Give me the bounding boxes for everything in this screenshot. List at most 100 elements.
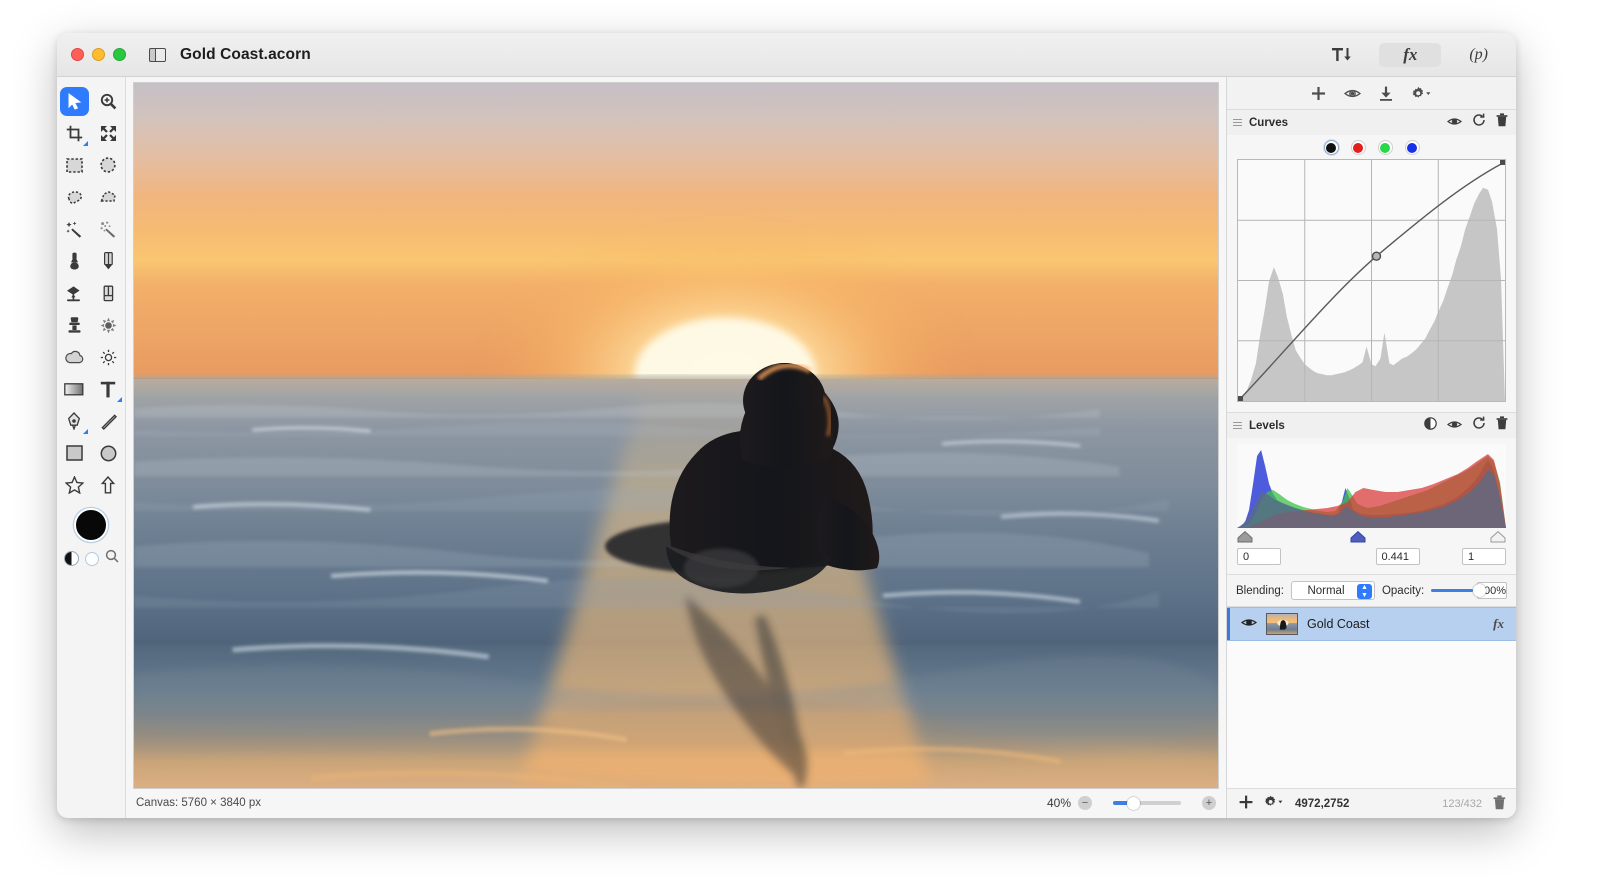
gear-dropdown-icon[interactable] bbox=[1411, 86, 1432, 101]
curves-actions bbox=[1447, 113, 1508, 132]
canvas-area: Canvas: 5760 × 3840 px 40% − + bbox=[126, 77, 1226, 818]
half-circle-swap-icon[interactable] bbox=[64, 551, 79, 566]
bezier-pen-tool[interactable] bbox=[57, 405, 91, 437]
move-tool[interactable] bbox=[57, 85, 91, 117]
black-point-handle[interactable] bbox=[1237, 530, 1253, 542]
rectangle-shape-tool[interactable] bbox=[57, 437, 91, 469]
gear-dropdown-icon[interactable] bbox=[1264, 795, 1284, 812]
document-title: Gold Coast.acorn bbox=[180, 46, 311, 64]
reset-arrow-icon[interactable] bbox=[1472, 113, 1486, 132]
text-tool[interactable] bbox=[91, 373, 125, 405]
image-canvas[interactable] bbox=[134, 83, 1218, 788]
pencil-tool[interactable] bbox=[91, 245, 125, 277]
levels-histogram[interactable] bbox=[1237, 444, 1506, 528]
curves-section: Curves bbox=[1227, 109, 1516, 412]
canvas-size-label: Canvas: 5760 × 3840 px bbox=[136, 797, 261, 809]
zoom-button[interactable] bbox=[113, 48, 126, 61]
trash-icon[interactable] bbox=[1496, 113, 1508, 132]
trash-icon[interactable] bbox=[1493, 795, 1506, 813]
transform-tool[interactable] bbox=[91, 117, 125, 149]
plus-icon[interactable] bbox=[1239, 795, 1253, 812]
download-icon[interactable] bbox=[1379, 86, 1393, 101]
blending-mode-value: Normal bbox=[1307, 585, 1344, 597]
chevron-updown-icon: ▲▼ bbox=[1357, 584, 1372, 599]
clone-stamp-tool[interactable] bbox=[57, 309, 91, 341]
inspector-palette-button[interactable]: (p) bbox=[1463, 43, 1494, 67]
black-point-input[interactable]: 0 bbox=[1237, 548, 1281, 565]
eye-icon[interactable] bbox=[1447, 114, 1462, 132]
zoom-slider[interactable] bbox=[1099, 796, 1195, 810]
ellipse-shape-tool[interactable] bbox=[91, 437, 125, 469]
plus-icon[interactable] bbox=[1311, 86, 1326, 101]
layer-fx-badge[interactable]: fx bbox=[1493, 616, 1516, 632]
star-shape-tool[interactable] bbox=[57, 469, 91, 501]
paint-bucket-tool[interactable] bbox=[57, 277, 91, 309]
brush-tool[interactable] bbox=[57, 245, 91, 277]
eye-icon[interactable] bbox=[1447, 417, 1462, 435]
elliptical-select-tool[interactable] bbox=[91, 149, 125, 181]
tools-palette-icon[interactable] bbox=[1325, 43, 1357, 67]
levels-slider-track[interactable] bbox=[1237, 530, 1506, 544]
opacity-label: Opacity: bbox=[1382, 585, 1424, 597]
reset-arrow-icon[interactable] bbox=[1472, 416, 1486, 435]
eye-icon[interactable] bbox=[1344, 87, 1361, 100]
trash-icon[interactable] bbox=[1496, 416, 1508, 435]
minus-circle-icon[interactable]: − bbox=[1078, 796, 1092, 810]
polygon-lasso-tool[interactable] bbox=[91, 181, 125, 213]
foreground-color-swatch[interactable] bbox=[74, 508, 108, 542]
window-body: Canvas: 5760 × 3840 px 40% − + bbox=[57, 77, 1516, 818]
rectangular-select-tool[interactable] bbox=[57, 149, 91, 181]
sidebar-toggle-icon[interactable] bbox=[149, 48, 166, 62]
drag-grip-icon[interactable] bbox=[1233, 119, 1242, 127]
white-point-input[interactable]: 1 bbox=[1462, 548, 1506, 565]
minimize-button[interactable] bbox=[92, 48, 105, 61]
drag-grip-icon[interactable] bbox=[1233, 422, 1242, 430]
gamma-input[interactable]: 0.441 bbox=[1376, 548, 1420, 565]
opacity-slider[interactable] bbox=[1431, 584, 1470, 598]
white-point-handle[interactable] bbox=[1490, 530, 1506, 542]
window-controls[interactable] bbox=[57, 48, 126, 61]
channel-red[interactable] bbox=[1351, 140, 1366, 155]
instant-alpha-tool[interactable] bbox=[91, 213, 125, 245]
smudge-tool[interactable] bbox=[91, 309, 125, 341]
color-swatches bbox=[64, 508, 119, 568]
blending-row: Blending: Normal ▲▼ Opacity: 100% bbox=[1227, 574, 1516, 606]
layer-list[interactable]: Gold Coast fx bbox=[1227, 606, 1516, 788]
canvas-container[interactable] bbox=[126, 77, 1226, 788]
eraser-tool[interactable] bbox=[91, 277, 125, 309]
swatch-controls bbox=[64, 549, 119, 568]
channel-blue[interactable] bbox=[1405, 140, 1420, 155]
title-bar: Gold Coast.acorn fx (p) bbox=[57, 33, 1516, 77]
magic-wand-tool[interactable] bbox=[57, 213, 91, 245]
screenshot-root: Gold Coast.acorn fx (p) bbox=[0, 0, 1600, 896]
memory-usage: 123/432 bbox=[1442, 798, 1482, 810]
lasso-tool[interactable] bbox=[57, 181, 91, 213]
panel-toolbar bbox=[1227, 77, 1516, 109]
blur-tool[interactable] bbox=[57, 341, 91, 373]
blending-mode-select[interactable]: Normal ▲▼ bbox=[1291, 581, 1375, 600]
line-tool[interactable] bbox=[91, 405, 125, 437]
app-window: Gold Coast.acorn fx (p) bbox=[57, 33, 1516, 818]
channel-green[interactable] bbox=[1378, 140, 1393, 155]
crop-tool[interactable] bbox=[57, 117, 91, 149]
layer-row[interactable]: Gold Coast fx bbox=[1227, 607, 1516, 641]
dodge-burn-tool[interactable] bbox=[91, 341, 125, 373]
curves-graph[interactable] bbox=[1237, 159, 1506, 402]
gradient-tool[interactable] bbox=[57, 373, 91, 405]
plus-circle-icon[interactable]: + bbox=[1202, 796, 1216, 810]
levels-title: Levels bbox=[1249, 420, 1285, 432]
arrow-shape-tool[interactable] bbox=[91, 469, 125, 501]
levels-header: Levels bbox=[1227, 413, 1516, 438]
right-panel: Curves bbox=[1226, 77, 1516, 818]
zoom-tool[interactable] bbox=[91, 85, 125, 117]
blending-label: Blending: bbox=[1236, 585, 1284, 597]
layer-thumbnail bbox=[1266, 613, 1298, 635]
half-circle-contrast-icon[interactable] bbox=[1424, 417, 1437, 435]
fx-filters-button[interactable]: fx bbox=[1379, 43, 1441, 67]
empty-circle-icon[interactable] bbox=[85, 552, 99, 566]
close-button[interactable] bbox=[71, 48, 84, 61]
eye-icon[interactable] bbox=[1241, 615, 1257, 633]
channel-composite[interactable] bbox=[1324, 140, 1339, 155]
magnifier-icon[interactable] bbox=[105, 549, 119, 568]
gamma-handle[interactable] bbox=[1350, 530, 1366, 542]
